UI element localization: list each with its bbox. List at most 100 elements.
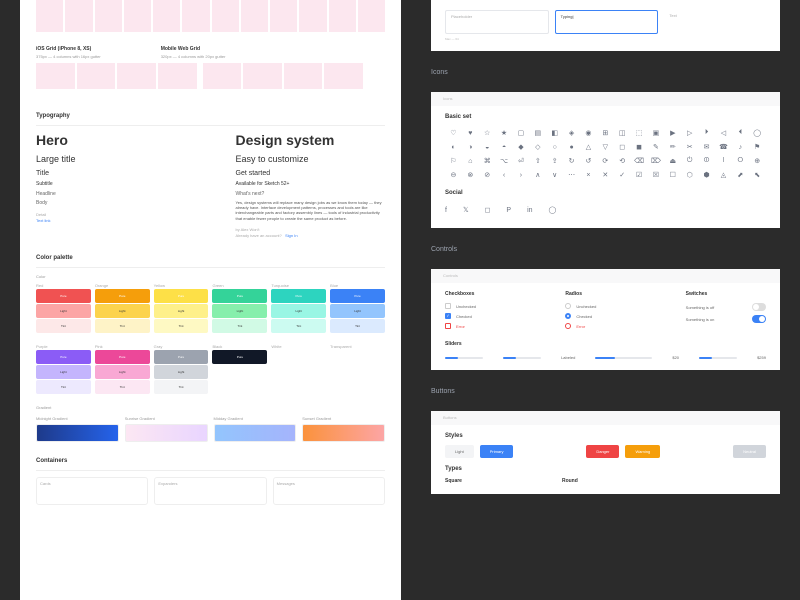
color-label: Color (36, 274, 385, 279)
checkbox-checked[interactable]: ✓ (445, 313, 451, 319)
basic-icon: ◐ (445, 140, 462, 154)
basic-icon: ⌫ (631, 154, 648, 168)
radio-unchecked[interactable] (565, 303, 571, 309)
basic-icon: ⊖ (445, 168, 462, 182)
input-typing[interactable]: Typing| (555, 10, 659, 34)
container-expanders: Expanders (154, 477, 266, 505)
basic-icon: ☑ (631, 168, 648, 182)
basic-icon: ✉ (698, 140, 715, 154)
basic-icon: ◒ (479, 140, 496, 154)
slider-1[interactable] (445, 357, 483, 359)
body-label: Body (36, 200, 186, 206)
typography-heading: Typography (36, 107, 385, 126)
basic-icon: ⋯ (563, 168, 580, 182)
ios-grid-preview (36, 0, 385, 32)
checkbox-error[interactable] (445, 323, 451, 329)
grid-label-ios: iOS Grid (iPhone 8, XS) (36, 46, 101, 52)
gradient-swatch: Midnight Gradient (36, 416, 119, 442)
basic-icon: ↺ (580, 154, 597, 168)
basic-icon: △ (580, 140, 597, 154)
basic-icon: × (580, 168, 597, 182)
input-text[interactable]: Text (664, 10, 766, 34)
headline-sample: What's next? (236, 191, 386, 197)
basic-icon: ⟳ (597, 154, 614, 168)
twitter-icon: 𝕏 (463, 206, 469, 214)
hero-sample: Design system (236, 132, 386, 148)
text-link[interactable]: Text link (36, 218, 186, 223)
color-red: RedPureLightTint (36, 283, 91, 334)
color-transparent: Transparent (330, 344, 385, 395)
radio-checked[interactable] (565, 313, 571, 319)
basic-icon: ☆ (479, 126, 496, 140)
radios-heading: Radios (565, 291, 645, 297)
controls-panel: Controls Checkboxes Unchecked ✓Checked E… (431, 269, 780, 370)
switch-off[interactable] (752, 303, 766, 311)
basic-icon: ◬ (715, 168, 732, 182)
basic-icon: ⚑ (749, 140, 766, 154)
basic-icon: ⏼ (698, 154, 715, 168)
basic-icon: ▷ (681, 126, 698, 140)
basic-icon: ‹ (496, 168, 513, 182)
basic-icon: ↻ (563, 154, 580, 168)
basic-icon: ⌥ (496, 154, 513, 168)
basic-set-heading: Basic set (445, 114, 766, 120)
radio-error[interactable] (565, 323, 571, 329)
slider-range[interactable] (699, 357, 737, 359)
basic-icon: ⏻ (681, 154, 698, 168)
grid-label-mobile: Mobile Web Grid (161, 46, 226, 52)
switch-on[interactable] (752, 315, 766, 323)
checkbox-unchecked[interactable] (445, 303, 451, 309)
basic-icon: ⇧ (529, 154, 546, 168)
grid-sub-mobile: 320px — 4 columns with 20px gutter (161, 54, 226, 59)
basic-icon: ▣ (648, 126, 665, 140)
controls-section-heading: Controls (431, 246, 780, 253)
slider-labeled[interactable] (595, 357, 652, 359)
basic-icon: ◫ (614, 126, 631, 140)
body-sample: Yes, design systems will replace many de… (236, 200, 386, 221)
button-warning[interactable]: Warning (625, 445, 660, 458)
basic-icon: ◼ (631, 140, 648, 154)
icons-panel: Icons Basic set ♡♥☆★▢▤◧◈◉⊞◫⬚▣▶▷⏵◁⏴◯◐◑◒◓◆… (431, 92, 780, 228)
color-turquoise: TurquoisePureLightTint (271, 283, 326, 334)
buttons-section-heading: Buttons (431, 388, 780, 395)
basic-icon: ◉ (580, 126, 597, 140)
button-danger[interactable]: Danger (586, 445, 619, 458)
grid-sub-ios: 375px — 4 columns with 16px gutter (36, 54, 101, 59)
basic-icon: ★ (496, 126, 513, 140)
gradient-swatch: Sunrise Gradient (125, 416, 208, 442)
button-light[interactable]: Light (445, 445, 474, 458)
basic-icon: ◆ (513, 140, 530, 154)
basic-icon: ◧ (546, 126, 563, 140)
signin-link[interactable]: Sign In (285, 233, 297, 238)
container-cards: Cards (36, 477, 148, 505)
large-title-sample: Easy to customize (236, 154, 386, 164)
basic-icon: ∨ (546, 168, 563, 182)
switches-heading: Switches (686, 291, 766, 297)
button-neutral[interactable]: Neutral (733, 445, 766, 458)
basic-icon: ⇪ (546, 154, 563, 168)
basic-icon: ⌂ (462, 154, 479, 168)
basic-icon: ⭘ (732, 154, 749, 168)
color-orange: OrangePureLightTint (95, 283, 150, 334)
hero-label: Hero (36, 132, 186, 148)
sliders-heading: Sliders (445, 341, 766, 347)
headline-label: Headline (36, 191, 186, 197)
basic-icon: ⏏ (664, 154, 681, 168)
styles-heading: Styles (445, 433, 766, 439)
facebook-icon: f (445, 206, 447, 214)
container-messages: Messages (273, 477, 385, 505)
basic-icon: ⬚ (631, 126, 648, 140)
input-placeholder[interactable]: Placeholder (445, 10, 549, 34)
basic-icon: ◯ (749, 126, 766, 140)
type-square: Square (445, 478, 462, 484)
title-label: Title (36, 170, 186, 177)
basic-icon: ✓ (614, 168, 631, 182)
basic-icon: ⊕ (749, 154, 766, 168)
types-heading: Types (445, 466, 766, 472)
color-blue: BluePureLightTint (330, 283, 385, 334)
button-primary[interactable]: Primary (480, 445, 514, 458)
social-heading: Social (445, 190, 766, 196)
slider-2[interactable] (503, 357, 541, 359)
basic-icon: ◈ (563, 126, 580, 140)
basic-icon: ◁ (715, 126, 732, 140)
